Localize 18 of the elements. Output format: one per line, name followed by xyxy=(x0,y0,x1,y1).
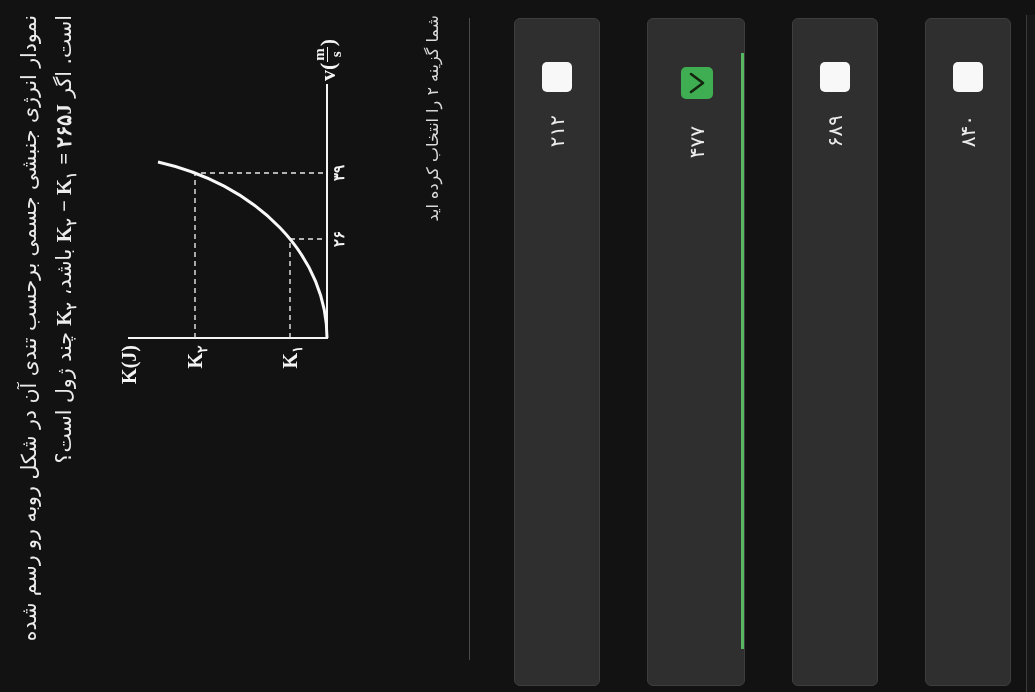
check-icon xyxy=(689,72,706,94)
tick-label: ۲۶ xyxy=(330,231,349,247)
answer-option[interactable]: ۸۴۰ xyxy=(925,18,1012,686)
option-text: ۸۴۰ xyxy=(955,115,982,148)
tick-label: ۳۹ xyxy=(330,165,349,181)
axis-label: v(m s ) xyxy=(312,38,344,81)
feedback-text: شما گزینه ۲ را انتخاب کرده اید xyxy=(422,15,444,222)
option-text: ۶۸۹ xyxy=(822,115,849,148)
axis-label: K(J) xyxy=(117,345,142,384)
checkbox[interactable] xyxy=(820,62,851,92)
checkbox[interactable] xyxy=(953,62,984,92)
checkbox[interactable] xyxy=(681,67,714,99)
answer-option[interactable]: ۴۷۷ xyxy=(647,18,746,686)
option-text: ۴۷۷ xyxy=(684,126,711,159)
answer-option[interactable]: ۲۱۲ xyxy=(514,18,601,686)
checkbox[interactable] xyxy=(542,62,573,92)
option-text: ۲۱۲ xyxy=(544,115,571,148)
answer-option[interactable]: ۶۸۹ xyxy=(792,18,879,686)
